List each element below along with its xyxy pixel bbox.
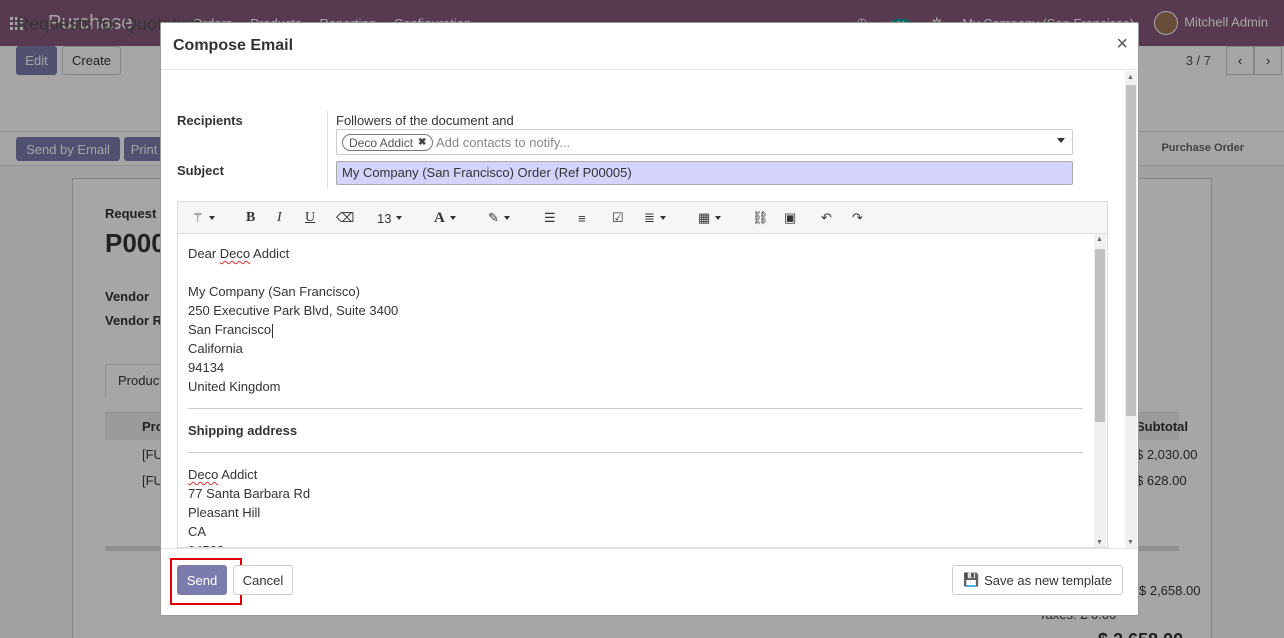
company-line: California (188, 341, 243, 356)
font-color-icon: A (434, 209, 445, 226)
scroll-down-icon[interactable]: ▼ (1096, 539, 1103, 546)
recipients-label: Recipients (177, 113, 243, 128)
recipient-tag: Deco Addict ✖ (342, 134, 434, 151)
recipients-placeholder: Add contacts to notify... (436, 135, 571, 150)
scrollbar-thumb[interactable] (1095, 249, 1105, 422)
shipping-name-misspelled: Deco (188, 467, 219, 482)
shipping-heading: Shipping address (188, 423, 298, 438)
greeting-name-rest: Addict (250, 246, 290, 261)
redo-icon[interactable]: ↷ (852, 209, 863, 227)
company-line: 250 Executive Park Blvd, Suite 3400 (188, 303, 399, 318)
bullet-list-icon[interactable]: ☰ (544, 209, 556, 227)
greeting-line: Dear Deco Addict (188, 246, 289, 261)
save-as-template-label: Save as new template (984, 572, 1113, 588)
shipping-line: 77 Santa Barbara Rd (188, 486, 311, 501)
editor-toolbar: ⚚ B I U ⌫ 13 A ✎ ☰ ≡ ☑ ≣ ▦ ⛓ ▣ ↶ ↷ (177, 201, 1108, 234)
image-icon[interactable]: ▣ (784, 209, 796, 227)
highlight-color-dropdown[interactable]: ✎ (488, 209, 510, 227)
underline-icon[interactable]: U (305, 209, 315, 227)
recipients-input[interactable]: Deco Addict ✖ Add contacts to notify... (336, 129, 1073, 155)
text-cursor (272, 323, 274, 338)
italic-icon[interactable]: I (277, 209, 282, 227)
company-line: United Kingdom (188, 379, 281, 394)
remove-tag-icon[interactable]: ✖ (418, 137, 426, 148)
dialog-scrollbar[interactable]: ▲ ▼ (1125, 71, 1137, 548)
close-icon[interactable]: × (1116, 33, 1128, 56)
bold-icon[interactable]: B (246, 209, 255, 227)
company-line-cursor: San Francisco (188, 322, 274, 338)
shipping-line: Pleasant Hill (188, 505, 261, 520)
scroll-up-icon[interactable]: ▲ (1127, 74, 1134, 81)
shipping-name-line: Deco Addict (188, 467, 257, 482)
font-size-value: 13 (377, 210, 392, 226)
editor-scrollbar[interactable]: ▲ ▼ (1094, 234, 1106, 547)
scroll-down-icon[interactable]: ▼ (1127, 539, 1134, 546)
save-icon: 💾 (962, 572, 980, 587)
send-button[interactable]: Send (177, 565, 227, 595)
undo-icon[interactable]: ↶ (821, 209, 832, 227)
email-body-editor[interactable]: Dear Deco Addict My Company (San Francis… (177, 234, 1108, 548)
shipping-line: CA (188, 524, 207, 539)
link-icon[interactable]: ⛓ (752, 209, 769, 227)
dialog-title: Compose Email (173, 37, 294, 54)
style-dropdown[interactable]: ⚚ (192, 209, 215, 227)
table-dropdown[interactable]: ▦ (698, 209, 722, 227)
divider (188, 408, 1083, 409)
followers-text: Followers of the document and (336, 113, 514, 128)
numbered-list-icon[interactable]: ≡ (578, 209, 586, 227)
cancel-button[interactable]: Cancel (233, 565, 293, 595)
font-color-dropdown[interactable]: A (434, 209, 456, 227)
greeting-prefix: Dear (188, 246, 220, 261)
save-as-template-button[interactable]: 💾 Save as new template (952, 565, 1123, 595)
field-divider (327, 111, 328, 189)
paintbrush-icon: ✎ (488, 210, 499, 225)
compose-email-dialog: Compose Email × Recipients Followers of … (160, 22, 1139, 616)
dialog-header: Compose Email × (161, 23, 1138, 70)
eraser-icon[interactable]: ⌫ (336, 209, 354, 227)
company-line: My Company (San Francisco) (188, 284, 360, 299)
company-line: 94134 (188, 360, 225, 375)
shipping-name-rest: Addict (218, 467, 258, 482)
align-left-icon: ≣ (644, 210, 655, 225)
font-size-dropdown[interactable]: 13 (377, 209, 403, 227)
subject-input[interactable]: My Company (San Francisco) Order (Ref P0… (336, 161, 1073, 185)
dialog-footer: Send Cancel 💾 Save as new template (161, 548, 1138, 615)
checklist-icon[interactable]: ☑ (612, 209, 624, 227)
company-line: San Francisco (188, 322, 272, 337)
table-icon: ▦ (698, 210, 711, 225)
scrollbar-thumb[interactable] (1126, 85, 1136, 416)
magic-wand-icon: ⚚ (192, 210, 204, 225)
dialog-body: Recipients Followers of the document and… (161, 71, 1138, 548)
dropdown-caret-icon[interactable] (1057, 138, 1065, 143)
subject-label: Subject (177, 163, 224, 178)
greeting-name-misspelled: Deco (219, 246, 251, 261)
paragraph-dropdown[interactable]: ≣ (644, 209, 666, 227)
scroll-up-icon[interactable]: ▲ (1096, 236, 1103, 243)
recipient-tag-label: Deco Addict (349, 135, 414, 150)
divider (188, 452, 1083, 453)
